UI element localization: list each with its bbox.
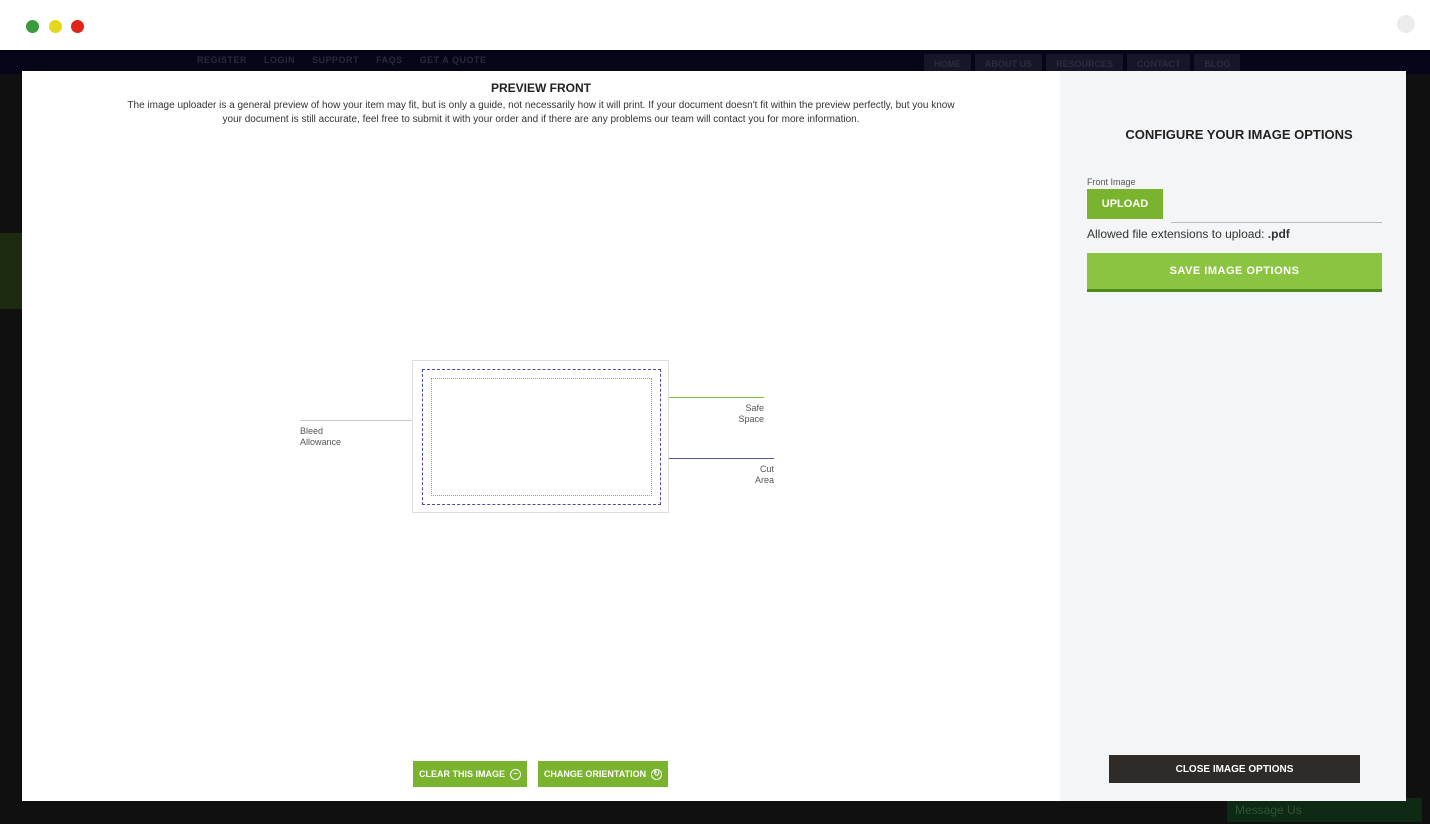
site-nav-home: HOME bbox=[924, 54, 971, 72]
safe-label-line1: Safe bbox=[745, 403, 764, 413]
site-nav-about: ABOUT US bbox=[975, 54, 1042, 72]
minus-circle-icon: − bbox=[510, 768, 521, 780]
browser-chrome bbox=[0, 0, 1430, 50]
allowed-extensions-prefix: Allowed file extensions to upload: bbox=[1087, 227, 1265, 241]
preview-title: PREVIEW FRONT bbox=[490, 81, 591, 95]
change-orientation-label: CHANGE ORIENTATION bbox=[543, 769, 647, 779]
site-link-quote: GET A QUOTE bbox=[419, 55, 487, 65]
cut-area-label: Cut Area bbox=[734, 464, 774, 486]
clear-image-button[interactable]: CLEAR THIS IMAGE − bbox=[413, 761, 527, 787]
site-nav: HOME ABOUT US RESOURCES CONTACT BLOG bbox=[924, 54, 1241, 72]
options-title: CONFIGURE YOUR IMAGE OPTIONS bbox=[1125, 127, 1353, 142]
allowed-extensions-text: Allowed file extensions to upload: .pdf bbox=[1087, 227, 1290, 241]
safe-space-box bbox=[431, 378, 652, 496]
window-minimize-button[interactable] bbox=[49, 20, 62, 33]
image-uploader-modal: ✖ PREVIEW FRONT The image uploader is a … bbox=[22, 71, 1406, 801]
front-image-label: Front Image bbox=[1087, 177, 1136, 187]
bleed-label-line2: Allowance bbox=[300, 437, 342, 447]
site-link-login: LOGIN bbox=[264, 55, 296, 65]
image-options-panel: CONFIGURE YOUR IMAGE OPTIONS Front Image… bbox=[1060, 71, 1406, 801]
cut-label-line1: Cut bbox=[759, 464, 774, 474]
bleed-allowance-label: Bleed Allowance bbox=[300, 426, 341, 448]
bleed-leader-line bbox=[300, 420, 412, 421]
bleed-label-line1: Bleed bbox=[300, 426, 324, 436]
file-name-field bbox=[1171, 222, 1382, 223]
clear-image-label: CLEAR THIS IMAGE bbox=[418, 769, 505, 779]
safe-label-line2: Space bbox=[738, 414, 764, 424]
site-top-links: REGISTER LOGIN SUPPORT FAQS GET A QUOTE bbox=[197, 55, 500, 65]
window-close-button[interactable] bbox=[71, 20, 84, 33]
site-nav-resources: RESOURCES bbox=[1046, 54, 1124, 72]
cut-label-line2: Area bbox=[754, 475, 774, 485]
cut-area-box bbox=[422, 369, 661, 505]
allowed-extension-value: .pdf bbox=[1267, 227, 1290, 241]
rotate-icon: ↻ bbox=[651, 768, 663, 780]
site-link-register: REGISTER bbox=[197, 55, 248, 65]
preview-description: The image uploader is a general preview … bbox=[127, 100, 955, 125]
save-image-options-button[interactable]: SAVE IMAGE OPTIONS bbox=[1087, 253, 1382, 292]
close-image-options-button[interactable]: CLOSE IMAGE OPTIONS bbox=[1109, 755, 1360, 783]
browser-menu-icon[interactable] bbox=[1397, 15, 1415, 33]
message-widget: Message Us bbox=[1227, 798, 1422, 822]
site-link-faqs: FAQS bbox=[376, 55, 403, 65]
upload-button[interactable]: UPLOAD bbox=[1087, 189, 1163, 219]
cut-leader-line bbox=[660, 458, 774, 459]
window-maximize-button[interactable] bbox=[26, 20, 39, 33]
preview-area: PREVIEW FRONT The image uploader is a ge… bbox=[22, 71, 1060, 801]
site-side-banner bbox=[0, 233, 22, 309]
site-nav-blog: BLOG bbox=[1194, 54, 1241, 72]
safe-space-label: Safe Space bbox=[722, 403, 764, 425]
site-nav-contact: CONTACT bbox=[1127, 54, 1191, 72]
print-area-diagram bbox=[412, 360, 669, 513]
change-orientation-button[interactable]: CHANGE ORIENTATION ↻ bbox=[538, 761, 668, 787]
site-link-support: SUPPORT bbox=[312, 55, 360, 65]
